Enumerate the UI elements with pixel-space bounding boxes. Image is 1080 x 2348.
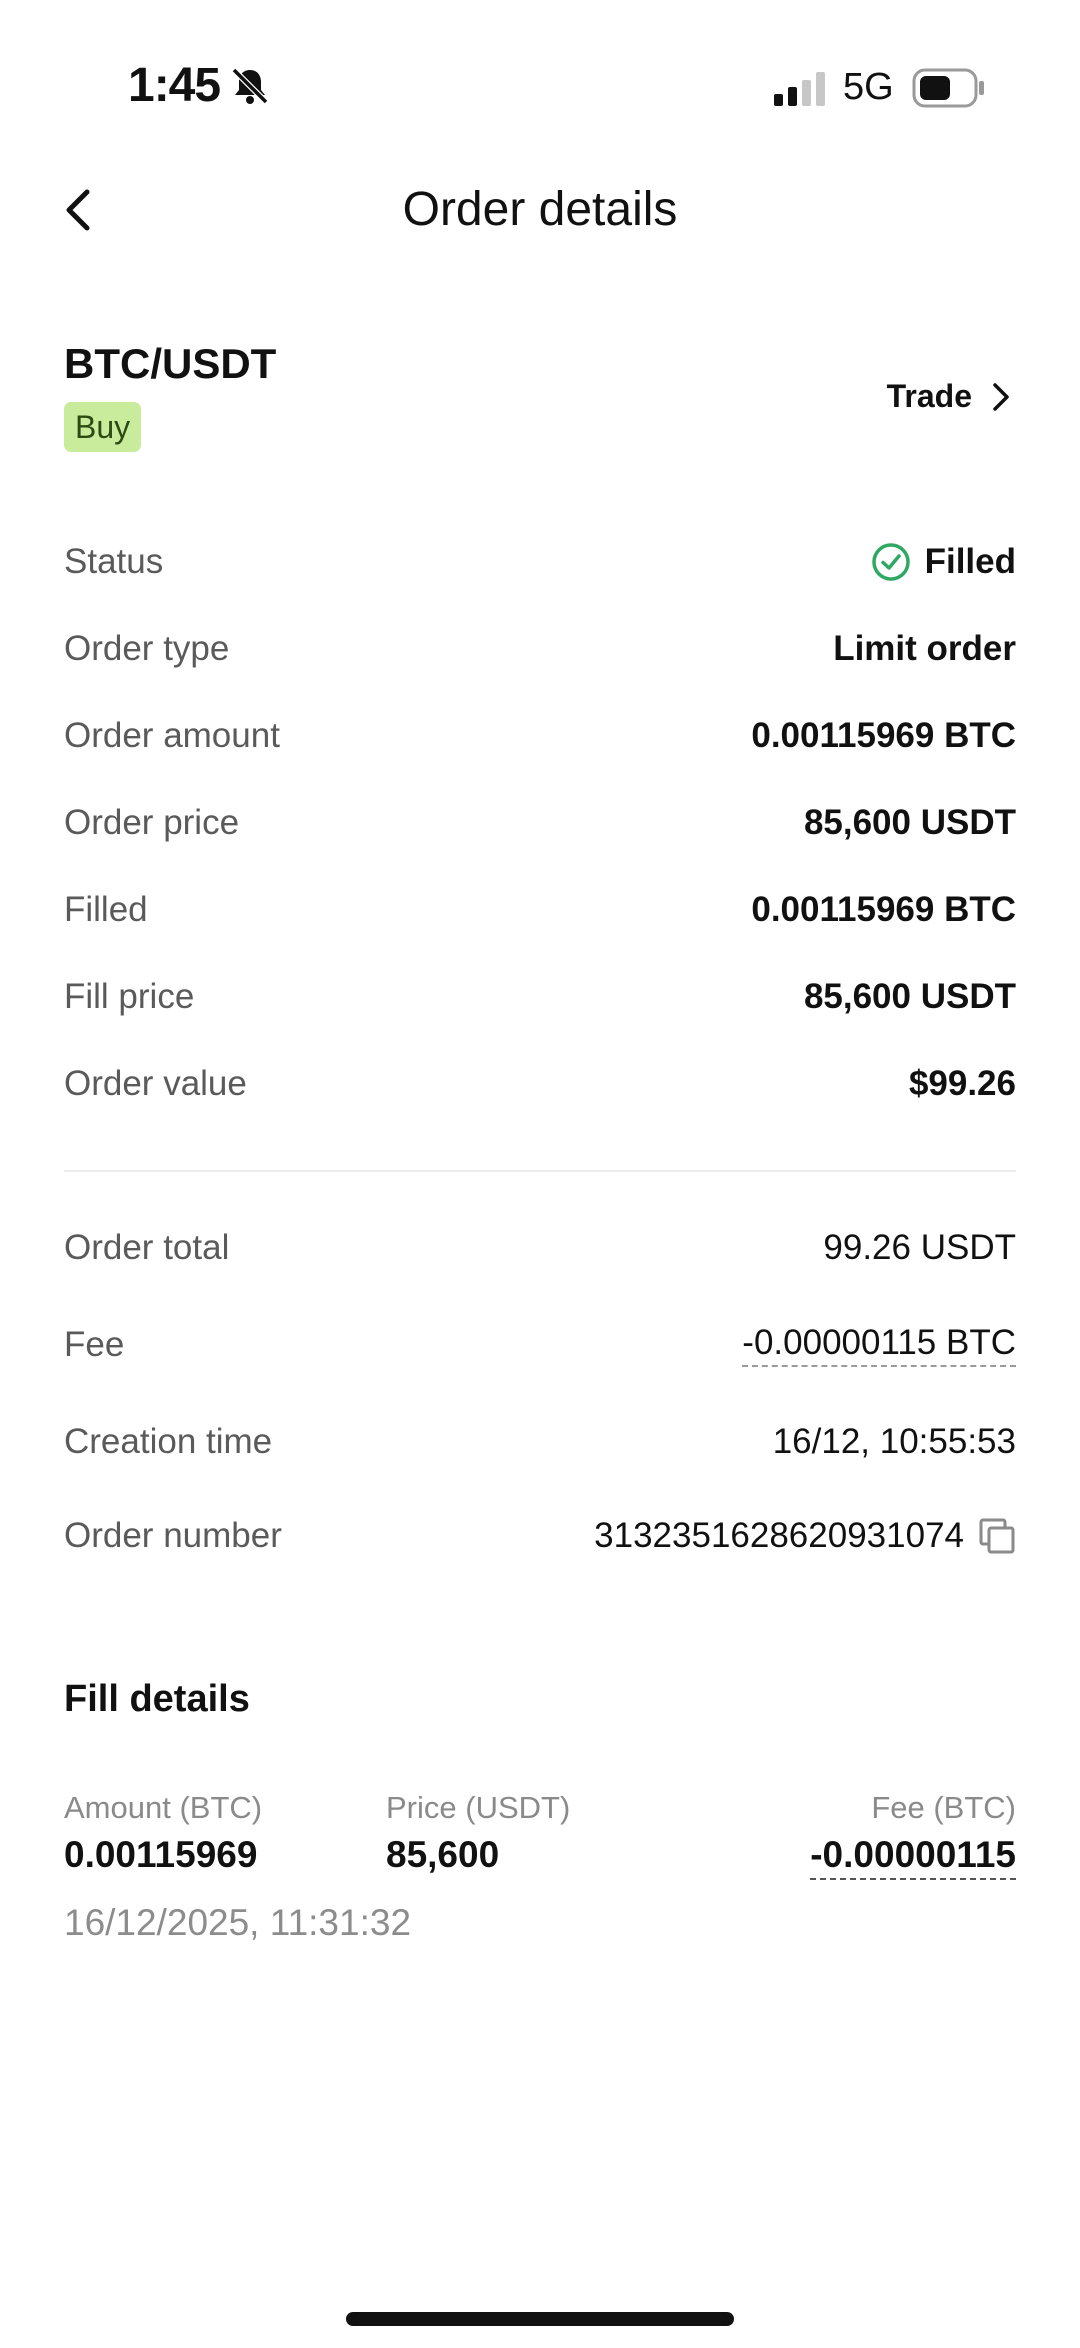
row-status: Status Filled (64, 532, 1016, 592)
order-type-value: Limit order (833, 629, 1016, 668)
copy-icon[interactable] (978, 1517, 1016, 1555)
order-details-screen: 1:45 5G Order details BTC/USDT Buy Trade… (0, 0, 1080, 2348)
order-amount-label: Order amount (64, 716, 280, 755)
creation-time-label: Creation time (64, 1422, 273, 1461)
home-indicator[interactable] (346, 2312, 734, 2326)
order-total-value: 99.26 USDT (823, 1228, 1016, 1267)
status-text: Filled (924, 542, 1016, 581)
fill-price-col-value: 85,600 (386, 1834, 500, 1875)
fill-price-label: Fill price (64, 977, 195, 1016)
page-title: Order details (402, 183, 678, 236)
section-divider (64, 1170, 1016, 1172)
row-order-type: Order type Limit order (64, 619, 1016, 679)
row-order-number: Order number 3132351628620931074 (64, 1506, 1016, 1566)
row-order-price: Order price 85,600 USDT (64, 793, 1016, 853)
network-type: 5G (843, 66, 894, 108)
row-filled: Filled 0.00115969 BTC (64, 880, 1016, 940)
order-type-label: Order type (64, 629, 230, 668)
order-total-label: Order total (64, 1228, 230, 1267)
trade-link-label: Trade (886, 378, 972, 414)
order-price-label: Order price (64, 803, 240, 842)
filled-value: 0.00115969 BTC (751, 890, 1016, 929)
bell-slash-icon (231, 67, 269, 105)
row-creation-time: Creation time 16/12, 10:55:53 (64, 1412, 1016, 1472)
status-label: Status (64, 542, 164, 581)
fill-price-value: 85,600 USDT (803, 977, 1016, 1016)
row-fee: Fee -0.00000115 BTC (64, 1315, 1016, 1375)
trading-pair: BTC/USDT (64, 340, 277, 387)
fill-amount-label: Amount (BTC) (64, 1790, 263, 1825)
status-value: Filled (871, 542, 1016, 582)
fee-value[interactable]: -0.00000115 BTC (742, 1323, 1016, 1367)
row-order-total: Order total 99.26 USDT (64, 1218, 1016, 1278)
check-circle-icon (871, 543, 910, 581)
chevron-right-icon (993, 382, 1009, 411)
order-price-value: 85,600 USDT (803, 803, 1016, 842)
order-value-label: Order value (64, 1064, 247, 1103)
filled-label: Filled (64, 890, 148, 929)
row-order-amount: Order amount 0.00115969 BTC (64, 706, 1016, 766)
fill-fee-value[interactable]: -0.00000115 (810, 1834, 1016, 1880)
row-order-value: Order value $99.26 (64, 1054, 1016, 1114)
fill-details-title: Fill details (64, 1678, 250, 1720)
side-badge: Buy (64, 402, 142, 452)
creation-time-value: 16/12, 10:55:53 (772, 1422, 1016, 1461)
order-number-text: 3132351628620931074 (594, 1516, 964, 1555)
status-bar: 1:45 5G (0, 0, 1080, 150)
fill-amount-value: 0.00115969 (64, 1834, 258, 1875)
order-amount-value: 0.00115969 BTC (751, 716, 1016, 755)
battery-icon (912, 68, 984, 108)
fee-label: Fee (64, 1325, 125, 1364)
order-number-value: 3132351628620931074 (594, 1516, 1016, 1556)
trade-link[interactable]: Trade (887, 378, 1012, 415)
order-value-value: $99.26 (908, 1064, 1016, 1103)
header: Order details (0, 160, 1080, 260)
fill-price-col-label: Price (USDT) (386, 1790, 571, 1825)
cellular-signal-icon (774, 72, 825, 106)
row-fill-price: Fill price 85,600 USDT (64, 967, 1016, 1027)
fill-timestamp: 16/12/2025, 11:31:32 (64, 1902, 412, 1943)
status-time: 1:45 (128, 59, 221, 112)
fill-fee-label: Fee (BTC) (871, 1790, 1016, 1825)
order-number-label: Order number (64, 1516, 282, 1555)
